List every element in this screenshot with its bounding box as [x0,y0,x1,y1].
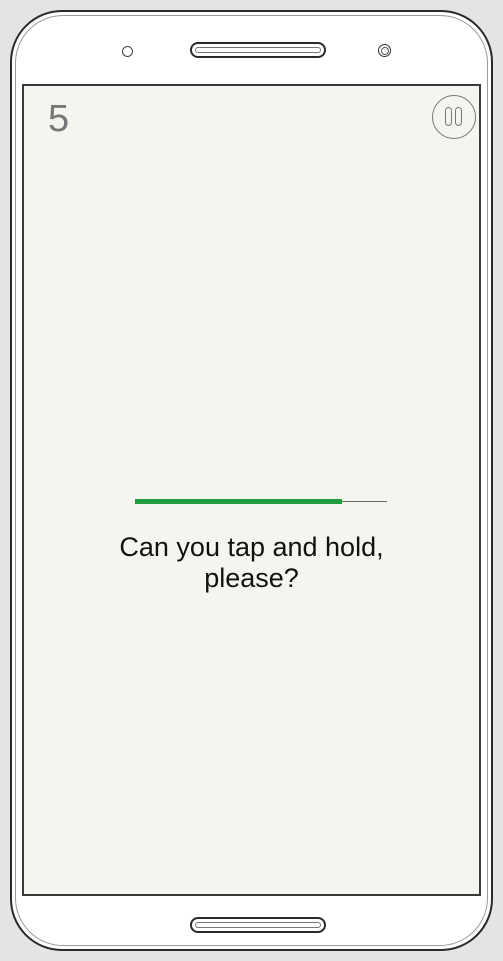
prompt-line-2: please? [204,563,299,593]
pause-icon [433,96,475,138]
pause-bar-left [445,107,452,126]
progress-fill [135,499,342,504]
pause-bar-right [455,107,462,126]
phone-frame: 5 Can you tap and hold, please? [10,10,493,951]
hold-progress-bar [135,499,387,505]
pause-button[interactable] [432,95,476,139]
home-button[interactable] [190,917,326,933]
game-screen[interactable]: 5 Can you tap and hold, please? [22,84,481,896]
front-camera-icon [122,46,133,57]
earpiece-speaker [190,42,326,58]
level-number: 5 [48,98,70,140]
prompt-text: Can you tap and hold, please? [44,532,459,594]
proximity-sensor-icon [378,44,391,57]
prompt-line-1: Can you tap and hold, [119,532,384,562]
